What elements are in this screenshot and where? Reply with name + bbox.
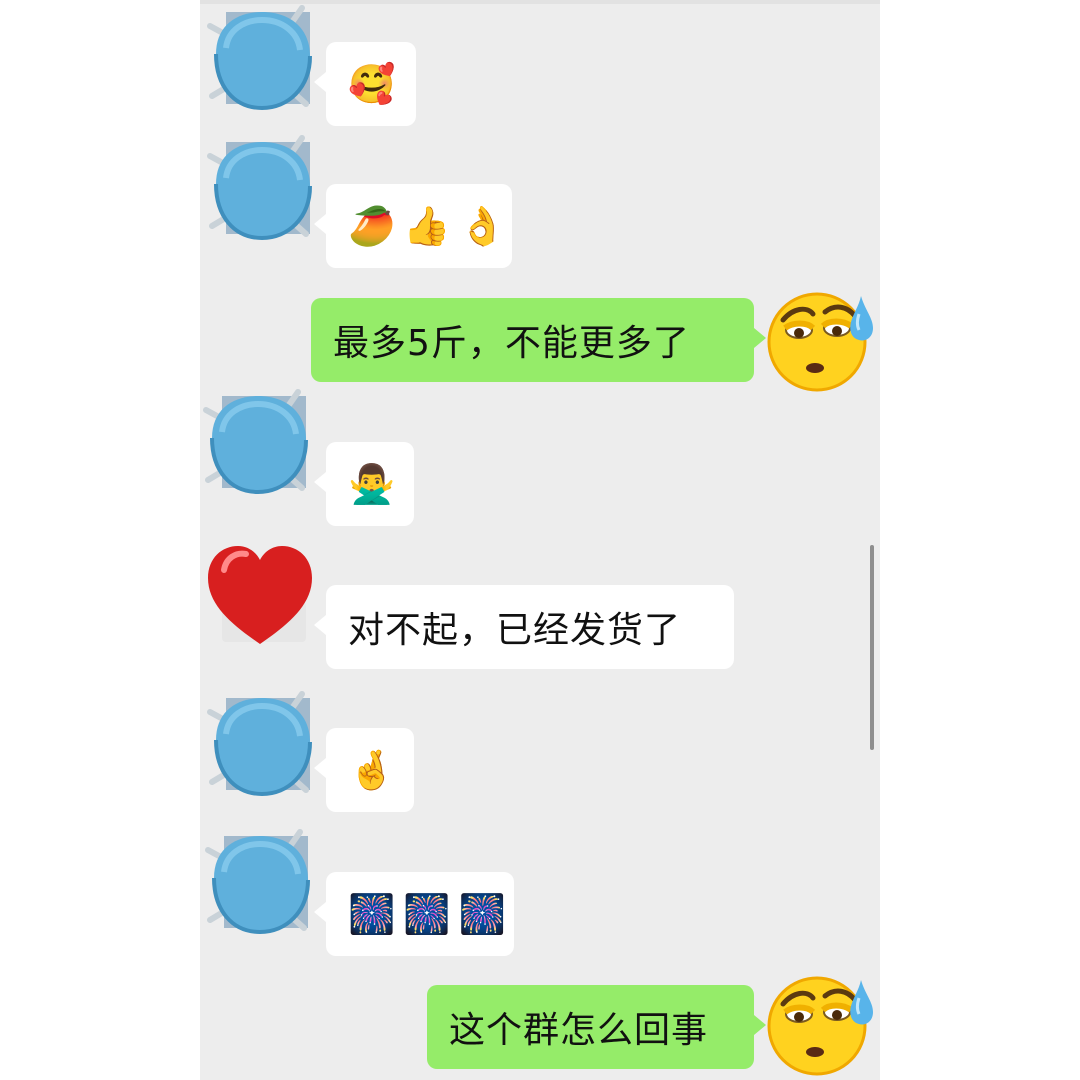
sweat-face-avatar[interactable] (763, 968, 875, 1080)
fireworks-icon: 🎆 (403, 892, 451, 936)
mask-avatar[interactable] (206, 690, 318, 802)
message-bubble[interactable]: 🎆 🎆 🎆 (314, 872, 514, 956)
message-text: 对不起，已经发货了 (348, 610, 682, 651)
message-bubble[interactable]: 🥭 👍 👌 (314, 184, 512, 268)
message-bubble[interactable]: 🥰 (314, 42, 416, 126)
mango-icon: 🥭 (348, 204, 396, 248)
mask-avatar[interactable] (206, 4, 318, 116)
thumbs-up-icon: 👍 (403, 204, 451, 248)
person-gesturing-no-icon: 🙅‍♂️ (348, 462, 396, 506)
message-text: 这个群怎么回事 (449, 1010, 709, 1051)
message-text: 最多5斤，不能更多了 (333, 323, 690, 364)
mask-avatar[interactable] (204, 828, 316, 940)
mask-avatar[interactable] (202, 388, 314, 500)
ok-hand-icon: 👌 (458, 204, 506, 248)
message-bubble[interactable]: 这个群怎么回事 (427, 985, 766, 1069)
scrollbar[interactable] (870, 545, 874, 750)
message-bubble[interactable]: 最多5斤，不能更多了 (311, 298, 766, 382)
smiling-face-with-hearts-icon: 🥰 (348, 62, 396, 106)
fireworks-icon: 🎆 (458, 892, 506, 936)
crossed-fingers-icon: 🤞 (348, 748, 396, 792)
fireworks-icon: 🎆 (348, 892, 396, 936)
sweat-face-avatar[interactable] (763, 284, 875, 396)
message-bubble[interactable]: 🙅‍♂️ (314, 442, 414, 526)
mask-avatar[interactable] (206, 134, 318, 246)
message-bubble[interactable]: 🤞 (314, 728, 414, 812)
chat-screen[interactable]: 🥰 🥭 👍 👌 最多5斤，不能更多了 🙅‍♂️ 对不起，已经发货了 🤞 🎆 🎆 … (200, 0, 880, 1080)
heart-avatar[interactable] (204, 540, 316, 652)
message-bubble[interactable]: 对不起，已经发货了 (314, 585, 734, 669)
